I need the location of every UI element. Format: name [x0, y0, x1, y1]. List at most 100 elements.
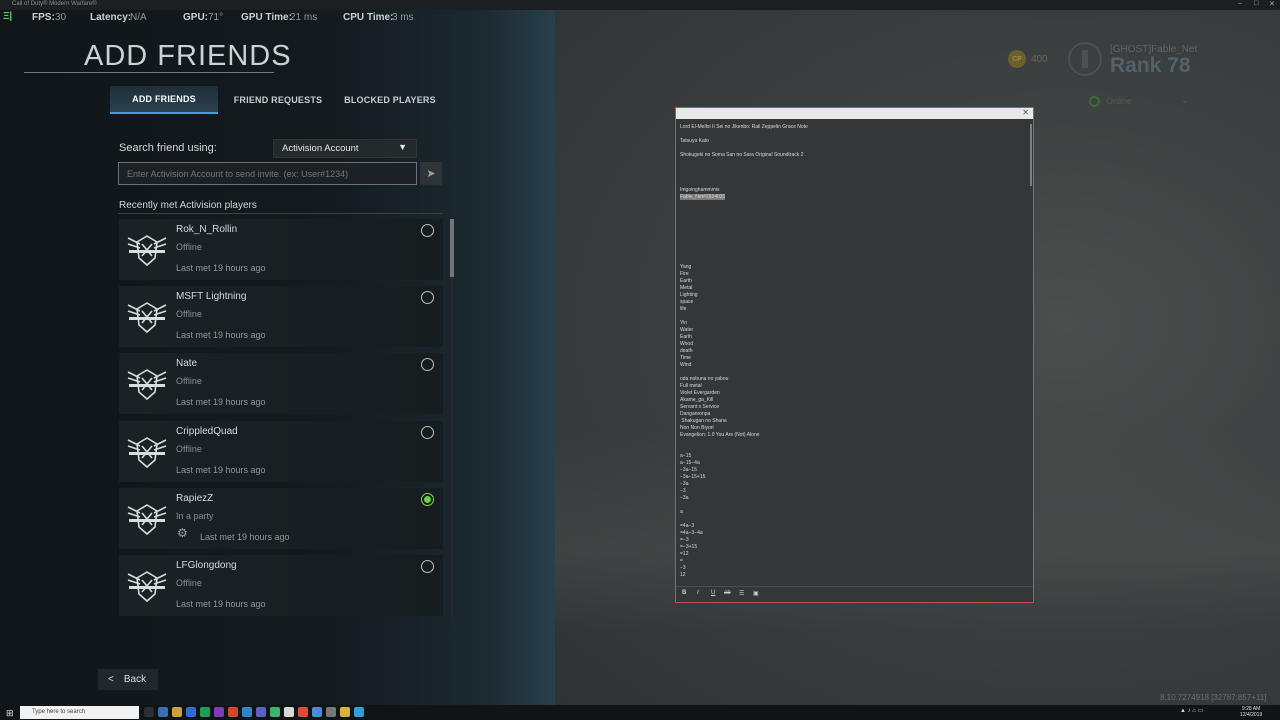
image-button[interactable]: ▣	[753, 590, 759, 597]
spotify-icon[interactable]	[270, 707, 280, 717]
search-method-dropdown[interactable]: Activision Account ▼	[273, 139, 417, 158]
strikethrough-button[interactable]: ab	[724, 590, 731, 596]
notes-line	[680, 215, 1025, 222]
notes-line: −3a−15	[680, 467, 697, 473]
close-icon[interactable]: ✕	[1022, 108, 1029, 117]
notes-line: Earth	[680, 334, 692, 340]
bold-button[interactable]: B	[682, 590, 686, 596]
onenote-icon[interactable]	[214, 707, 224, 717]
tab-blocked-players[interactable]: BLOCKED PLAYERS	[338, 86, 442, 114]
latency-value: N/A	[130, 12, 147, 23]
chrome-icon[interactable]	[298, 707, 308, 717]
notes-highlighted-line: Fable_Net#2934031	[680, 194, 1025, 201]
gpu-label: GPU:	[183, 12, 208, 23]
close-icon[interactable]: ✕	[1269, 0, 1275, 8]
notes-line: Time	[680, 355, 691, 361]
notes-line: −3a	[680, 481, 689, 487]
task-view-icon[interactable]	[144, 707, 154, 717]
player-select-radio[interactable]	[421, 560, 434, 573]
notes-line: Non Non Biyori	[680, 425, 714, 431]
minimize-icon[interactable]: –	[1238, 0, 1242, 7]
back-button[interactable]: < Back	[98, 669, 158, 690]
explorer-icon[interactable]	[172, 707, 182, 717]
player-row[interactable]: LFGlongdong Offline Last met 19 hours ag…	[119, 555, 443, 616]
player-row[interactable]: MSFT Lightning Offline Last met 19 hours…	[119, 286, 443, 347]
underline-button[interactable]: U	[711, 590, 715, 596]
list-button[interactable]: ☰	[739, 590, 744, 597]
steam-icon[interactable]	[284, 707, 294, 717]
presence-dropdown[interactable]: Online ⌄	[1089, 95, 1193, 109]
teams-icon[interactable]	[256, 707, 266, 717]
sticky-notes-icon[interactable]	[340, 707, 350, 717]
windows-start-icon[interactable]: ⊞	[6, 708, 14, 719]
battlenet-icon[interactable]	[354, 707, 364, 717]
tab-friend-requests[interactable]: FRIEND REQUESTS	[224, 86, 332, 114]
player-select-radio[interactable]	[421, 426, 434, 439]
notes-line: Metal	[680, 285, 693, 291]
send-icon: ➤	[426, 168, 436, 180]
player-select-radio[interactable]	[421, 291, 434, 304]
notes-line: Imgoinghammmis	[680, 187, 720, 193]
notes-line: a	[680, 509, 683, 515]
notes-line: Fire	[680, 271, 689, 277]
settings-icon[interactable]	[326, 707, 336, 717]
taskbar-search[interactable]: Type here to search	[20, 706, 139, 719]
player-list-scrollbar[interactable]	[451, 219, 453, 617]
system-tray-icons[interactable]: ▲ ♪ ⌂ ▭	[1180, 707, 1203, 714]
player-status: Offline	[176, 578, 202, 588]
player-row[interactable]: RapiezZ In a party ⚙ Last met 19 hours a…	[119, 488, 443, 549]
back-label: Back	[123, 674, 147, 685]
rank-emblem-icon	[1068, 42, 1102, 76]
notes-line	[680, 222, 1025, 229]
player-name: Nate	[176, 358, 198, 369]
player-select-radio[interactable]	[421, 224, 434, 237]
notes-line	[680, 257, 1025, 264]
notes-line: oda nobuna no yabou	[680, 376, 729, 382]
gpu-time-value: 21 ms	[290, 12, 318, 23]
notes-window[interactable]: ✕ Lord El-Melloi II Sei no Jikenbo: Rail…	[675, 107, 1034, 603]
player-select-radio[interactable]	[421, 493, 434, 506]
tab-add-friends[interactable]: ADD FRIENDS	[110, 86, 218, 114]
chevron-down-icon: ▼	[398, 142, 407, 152]
player-emblem-icon	[127, 369, 167, 401]
player-last-met: Last met 19 hours ago	[200, 532, 290, 542]
search-method-value: Activision Account	[282, 143, 359, 154]
notes-line: Wood	[680, 341, 693, 347]
italic-button[interactable]: I	[697, 590, 699, 596]
notes-line: =−3+15	[680, 544, 698, 550]
outlook-icon[interactable]	[242, 707, 252, 717]
notes-line	[680, 446, 1025, 453]
notes-line	[680, 369, 1025, 376]
player-emblem-icon	[127, 504, 167, 536]
notes-scrollbar[interactable]	[1030, 124, 1032, 186]
player-name: RapiezZ	[176, 493, 214, 504]
notes-line: Yin	[680, 320, 688, 326]
player-select-radio[interactable]	[421, 358, 434, 371]
maximize-icon[interactable]: □	[1254, 0, 1258, 7]
notes-line: Wind	[680, 362, 692, 368]
notes-toolbar: B I U ab ☰ ▣	[676, 586, 1033, 602]
cod-points[interactable]: CP 400	[1008, 50, 1048, 68]
player-row[interactable]: CrippledQuad Offline Last met 19 hours a…	[119, 421, 443, 482]
edge-icon[interactable]	[158, 707, 168, 717]
send-invite-button[interactable]: ➤	[420, 162, 442, 185]
vscode-icon[interactable]	[312, 707, 322, 717]
search-input[interactable]	[118, 162, 417, 185]
notes-titlebar[interactable]: ✕	[676, 108, 1033, 119]
excel-icon[interactable]	[200, 707, 210, 717]
notes-line	[680, 173, 1025, 180]
notes-content[interactable]: Lord El-Melloi II Sei no Jikenbo: Rail Z…	[680, 124, 1025, 586]
perf-overlay: Ξ| FPS: 30 Latency: N/A GPU: 71° GPU Tim…	[0, 10, 555, 26]
build-version: 8.10.7274918 [32787:857+11]	[1160, 693, 1267, 702]
player-row[interactable]: Nate Offline Last met 19 hours ago	[119, 353, 443, 414]
player-list-scroll-thumb[interactable]	[450, 219, 454, 277]
taskbar-clock[interactable]: 9:28 AM 12/4/2019	[1240, 706, 1262, 718]
presence-label: Online	[1106, 96, 1133, 106]
player-row[interactable]: Rok_N_Rollin Offline Last met 19 hours a…	[119, 219, 443, 280]
word-icon[interactable]	[186, 707, 196, 717]
cod-points-icon: CP	[1008, 50, 1026, 68]
powerpoint-icon[interactable]	[228, 707, 238, 717]
player-last-met: Last met 19 hours ago	[176, 465, 266, 475]
player-last-met: Last met 19 hours ago	[176, 397, 266, 407]
notes-line: Yang	[680, 264, 692, 270]
